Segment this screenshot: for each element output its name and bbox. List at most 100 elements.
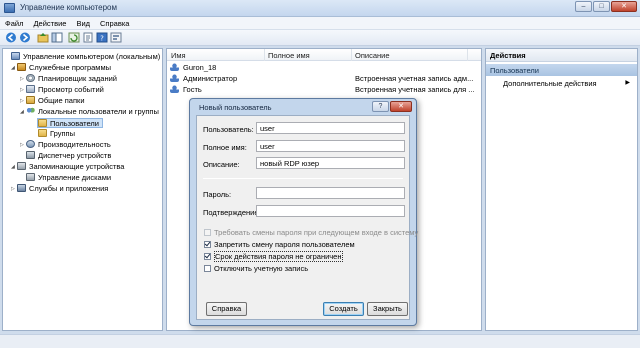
password-never-expires-checkbox[interactable]: Срок действия пароля не ограничен xyxy=(204,251,409,262)
export-list-icon[interactable] xyxy=(82,32,94,43)
window-title: Управление компьютером xyxy=(20,3,117,12)
storage-icon xyxy=(17,162,26,170)
tree-item-users[interactable]: Пользователи xyxy=(37,118,103,128)
tree-item-disk-management[interactable]: Управление дисками xyxy=(26,173,111,183)
create-button[interactable]: Создать xyxy=(323,302,364,316)
tree-item-performance[interactable]: ▷ Производительность xyxy=(20,140,111,150)
description-label: Описание: xyxy=(203,160,240,169)
back-arrow-icon[interactable] xyxy=(5,32,17,43)
password-field[interactable] xyxy=(256,187,405,199)
cell-description: Встроенная учетная запись для ... xyxy=(355,85,475,94)
tree-item-label: Служебные программы xyxy=(29,63,111,72)
checkbox-box xyxy=(204,265,211,272)
menu-view[interactable]: Вид xyxy=(71,17,95,29)
disk-icon xyxy=(26,173,35,181)
minimize-button[interactable]: – xyxy=(575,1,592,12)
must-change-password-checkbox[interactable]: Требовать смены пароля при следующем вхо… xyxy=(204,228,418,237)
column-description[interactable]: Описание xyxy=(355,51,390,60)
fullname-field[interactable] xyxy=(256,140,405,152)
navigation-tree: Управление компьютером (локальным) ◢ Служ… xyxy=(2,48,163,331)
help-icon[interactable]: ? xyxy=(96,32,108,43)
cell-name: Guron_18 xyxy=(183,63,217,72)
computer-management-icon xyxy=(4,3,15,13)
event-viewer-icon xyxy=(26,85,35,93)
more-actions-link[interactable]: Дополнительные действия xyxy=(503,79,597,88)
maximize-button[interactable]: □ xyxy=(593,1,610,12)
account-disabled-checkbox[interactable]: Отключить учетную запись xyxy=(204,264,409,273)
actions-header: Действия xyxy=(486,49,637,62)
menu-bar: Файл Действие Вид Справка xyxy=(0,17,640,30)
close-dialog-button[interactable]: Закрыть xyxy=(367,302,408,316)
tree-item-storage[interactable]: ◢ Запоминающие устройства xyxy=(11,162,124,172)
folder-icon xyxy=(38,129,47,137)
menu-action[interactable]: Действие xyxy=(28,17,71,29)
tree-item-task-scheduler[interactable]: ▷ Планировщик заданий xyxy=(20,74,117,84)
close-button[interactable]: ✕ xyxy=(611,1,637,12)
menu-help[interactable]: Справка xyxy=(95,17,134,29)
dialog-close-button[interactable]: ✕ xyxy=(390,101,412,112)
actions-pane: Действия Пользователи Дополнительные дей… xyxy=(485,48,638,331)
description-field[interactable] xyxy=(256,157,405,169)
users-icon xyxy=(26,107,35,115)
actions-section-users[interactable]: Пользователи xyxy=(486,64,637,76)
tree-item-label: Планировщик заданий xyxy=(38,74,117,83)
tree-item-label: Запоминающие устройства xyxy=(29,162,125,171)
tree-item-event-viewer[interactable]: ▷ Просмотр событий xyxy=(20,85,104,95)
cell-description: Встроенная учетная запись адм... xyxy=(355,74,474,83)
checkbox-box xyxy=(204,253,211,260)
table-row[interactable]: Администратор Встроенная учетная запись … xyxy=(169,74,479,84)
column-divider xyxy=(351,49,352,61)
tree-item-services-apps[interactable]: ▷ Службы и приложения xyxy=(11,184,108,194)
checkbox-label: Требовать смены пароля при следующем вхо… xyxy=(214,228,419,237)
tree-item-groups[interactable]: Группы xyxy=(38,129,75,139)
tree-item-label: Группы xyxy=(50,129,75,138)
tree-item-label: Локальные пользователи и группы xyxy=(38,107,159,116)
submenu-arrow-icon: ▶ xyxy=(625,80,630,86)
table-row[interactable]: Guron_18 xyxy=(169,63,479,73)
properties-icon[interactable] xyxy=(110,32,122,43)
user-icon xyxy=(170,74,179,82)
confirm-password-label: Подтверждение: xyxy=(203,208,261,217)
tree-item-label: Управление компьютером (локальным) xyxy=(23,52,161,61)
show-hide-tree-icon[interactable] xyxy=(51,32,63,43)
fullname-label: Полное имя: xyxy=(203,143,247,152)
dialog-controls: ? ✕ xyxy=(371,101,412,112)
window-controls: – □ ✕ xyxy=(574,1,637,12)
tree-item-label: Диспетчер устройств xyxy=(38,151,112,160)
tree-item-label: Просмотр событий xyxy=(38,85,104,94)
username-label: Пользователь: xyxy=(203,125,254,134)
cell-name: Гость xyxy=(183,85,202,94)
checkbox-box xyxy=(204,241,211,248)
tools-icon xyxy=(17,63,26,71)
refresh-icon[interactable] xyxy=(68,32,80,43)
tree-item-local-users-groups[interactable]: ◢ Локальные пользователи и группы xyxy=(20,107,159,117)
up-folder-icon[interactable] xyxy=(37,32,49,43)
column-divider xyxy=(467,49,468,61)
user-icon xyxy=(170,85,179,93)
menu-file[interactable]: Файл xyxy=(0,17,28,29)
checkbox-label: Отключить учетную запись xyxy=(214,264,309,273)
separator xyxy=(203,178,403,179)
services-icon xyxy=(17,184,26,192)
cannot-change-password-checkbox[interactable]: Запретить смену пароля пользователем xyxy=(204,240,409,249)
tree-item-computer-management[interactable]: Управление компьютером (локальным) xyxy=(5,52,160,62)
help-button[interactable]: Справка xyxy=(206,302,247,316)
column-fullname[interactable]: Полное имя xyxy=(268,51,310,60)
tree-item-label: Службы и приложения xyxy=(29,184,109,193)
dialog-title: Новый пользователь xyxy=(199,103,272,112)
tree-item-label: Общие папки xyxy=(38,96,85,105)
tree-item-shared-folders[interactable]: ▷ Общие папки xyxy=(20,96,85,106)
table-row[interactable]: Гость Встроенная учетная запись для ... xyxy=(169,85,479,95)
column-name[interactable]: Имя xyxy=(171,51,186,60)
confirm-password-field[interactable] xyxy=(256,205,405,217)
tree-item-label: Производительность xyxy=(38,140,111,149)
forward-arrow-icon[interactable] xyxy=(19,32,31,43)
tree-item-device-manager[interactable]: Диспетчер устройств xyxy=(26,151,111,161)
tree-item-system-tools[interactable]: ◢ Служебные программы xyxy=(11,63,111,73)
checkbox-box xyxy=(204,229,211,236)
title-bar: Управление компьютером – □ ✕ xyxy=(0,0,640,17)
dialog-body: Пользователь: Полное имя: Описание: Паро… xyxy=(196,115,418,320)
dialog-help-button[interactable]: ? xyxy=(372,101,389,112)
shared-folder-icon xyxy=(26,96,35,104)
username-field[interactable] xyxy=(256,122,405,134)
